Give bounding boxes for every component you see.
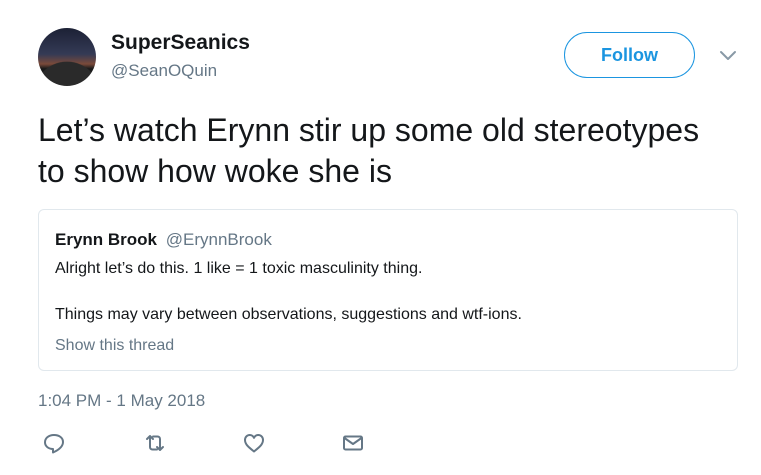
tweet-timestamp[interactable]: 1:04 PM - 1 May 2018: [38, 391, 205, 411]
tweet-text: Let’s watch Erynn stir up some old stere…: [38, 112, 700, 189]
quoted-tweet-text-line2: Things may vary between observations, su…: [55, 306, 522, 323]
quoted-author-name: Erynn Brook: [55, 230, 158, 249]
quoted-tweet-header: Erynn Brook @ErynnBrook: [55, 230, 272, 250]
quoted-tweet[interactable]: Erynn Brook @ErynnBrook Alright let’s do…: [38, 209, 738, 371]
reply-icon[interactable]: [41, 430, 67, 456]
avatar[interactable]: [38, 28, 96, 86]
like-icon[interactable]: [241, 430, 267, 456]
author-handle[interactable]: @SeanOQuin: [111, 61, 217, 81]
quoted-tweet-text-line1: Alright let’s do this. 1 like = 1 toxic …: [55, 260, 423, 277]
author-display-name[interactable]: SuperSeanics: [111, 31, 250, 55]
quoted-author-handle: @ErynnBrook: [165, 230, 272, 249]
chevron-down-icon[interactable]: [719, 48, 737, 62]
follow-button[interactable]: Follow: [564, 32, 695, 78]
message-icon[interactable]: [340, 430, 366, 456]
retweet-icon[interactable]: [142, 430, 168, 456]
show-thread-link[interactable]: Show this thread: [55, 337, 174, 355]
